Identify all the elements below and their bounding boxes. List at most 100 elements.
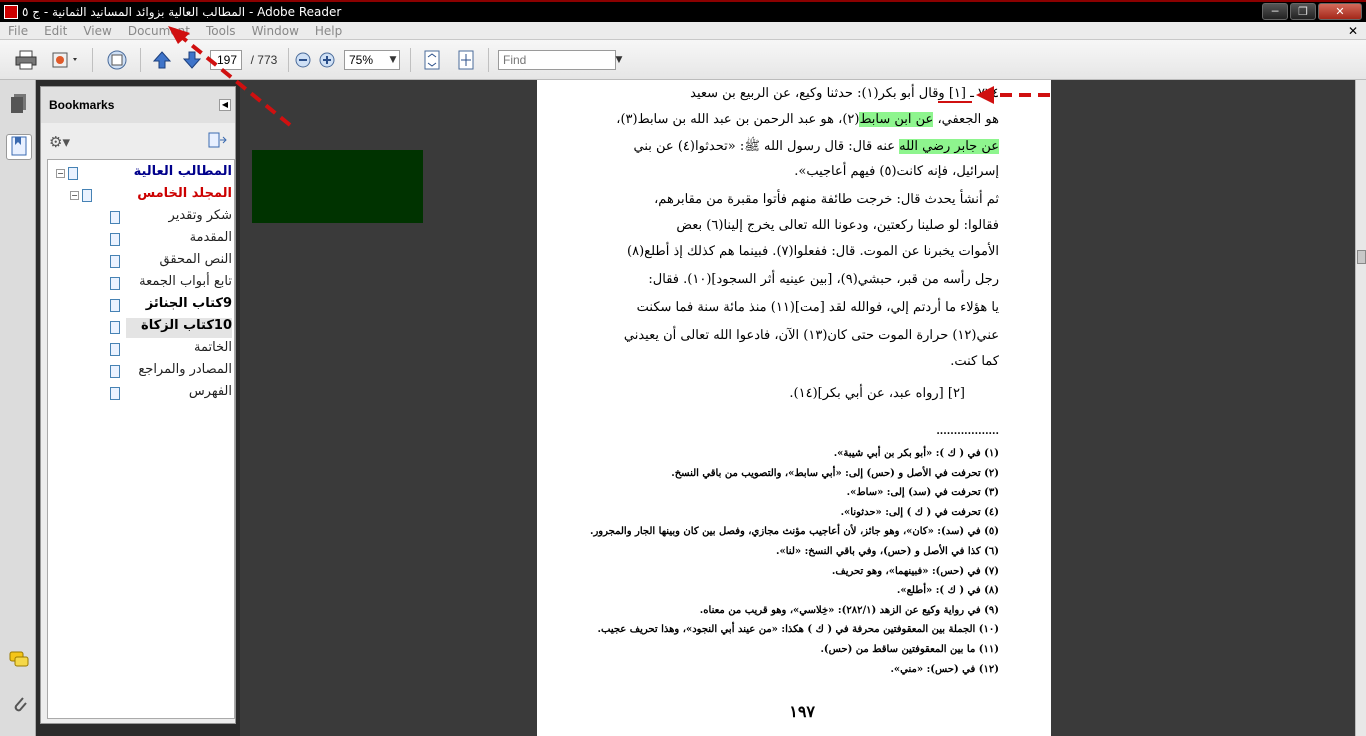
share-icon[interactable] (48, 48, 82, 72)
zoom-in-icon[interactable] (318, 48, 336, 72)
bookmark-icon (68, 167, 78, 180)
bookmark-item[interactable]: المصادر والمراجع (110, 362, 232, 382)
footnote: (٧) في (حس): «فبينهما»، وهو تحريف. (831, 565, 999, 577)
bookmark-item[interactable]: شكر وتقدير (110, 208, 232, 228)
close-button[interactable]: ✕ (1318, 3, 1362, 20)
bookmark-label: 9كتاب الجنائز (145, 296, 232, 311)
previous-page-icon[interactable] (150, 48, 174, 72)
bookmark-item[interactable]: المقدمة (110, 230, 232, 250)
text-run: عني(١٢) حرارة الموت حتى كان(١٣) الآن، فا… (623, 328, 999, 343)
bookmark-icon (110, 365, 120, 378)
bookmark-icon (110, 299, 120, 312)
footnote: (١٢) في (حس): «مني». (890, 663, 999, 675)
options-gear-icon[interactable]: ⚙▾ (49, 133, 70, 151)
menu-help[interactable]: Help (307, 24, 350, 38)
bookmark-item[interactable]: النص المحقق (110, 252, 232, 272)
bookmark-item[interactable]: 10كتاب الزكاة (110, 318, 232, 338)
bookmarks-title: Bookmarks (49, 98, 115, 112)
comments-icon[interactable] (6, 650, 32, 676)
bookmarks-panel: Bookmarks ◀ ⚙▾ − المطالب العالية − المجلد ا… (40, 86, 236, 724)
menu-file[interactable]: File (0, 24, 36, 38)
zoom-out-icon[interactable] (294, 48, 312, 72)
bookmark-item[interactable]: الفهرس (110, 384, 232, 404)
scrolling-mode-icon[interactable] (420, 48, 444, 72)
body-line: يا هؤلاء ما أردتم إلي، فوالله لقد [مت](١… (637, 300, 999, 315)
window-title: المطالب العالية بزوائد المسانيد الثمانية… (22, 5, 342, 19)
bookmark-label: المقدمة (189, 230, 232, 245)
adobe-reader-icon (4, 5, 18, 19)
attachments-icon[interactable] (6, 692, 32, 718)
bookmark-label: النص المحقق (159, 252, 232, 267)
bookmark-label: المطالب العالية (133, 164, 232, 179)
body-line: هو الجعفي، عن ابن سابط(٢)، هو عبد الرحمن… (616, 112, 999, 127)
toolbar-separator (488, 48, 489, 72)
text-run: الأموات يخبرنا عن الموت. قال: ففعلوا(٧).… (627, 244, 999, 259)
toolbar-separator (288, 48, 289, 72)
bookmark-label: تابع أبواب الجمعة (139, 274, 232, 289)
document-close-button[interactable]: ✕ (1348, 24, 1358, 38)
toolbar-separator (410, 48, 411, 72)
expand-collapse-icon[interactable]: − (70, 191, 79, 200)
pages-icon[interactable] (6, 92, 32, 118)
find-dropdown-icon[interactable]: ▼ (614, 48, 624, 72)
bookmark-item[interactable]: − المجلد الخامس (70, 186, 232, 206)
bookmark-label: شكر وتقدير (168, 208, 232, 223)
window-controls: ─ ❐ ✕ (1262, 3, 1362, 20)
footnote: (١) في ( ك ): «أبو بكر بن أبي شيبة». (833, 448, 999, 459)
bookmark-label: المجلد الخامس (137, 186, 232, 201)
collapse-panel-icon[interactable]: ◀ (219, 99, 231, 111)
restore-button[interactable]: ❐ (1290, 3, 1316, 20)
minimize-button[interactable]: ─ (1262, 3, 1288, 20)
menu-window[interactable]: Window (244, 24, 307, 38)
toolbar: 197 / 773 75% ▼ Find ▼ (0, 40, 1366, 80)
footnote: (٤) تحرفت في ( ك ) إلى: «حدثونا». (840, 506, 999, 518)
menu-bar: File Edit View Document Tools Window Hel… (0, 22, 1366, 40)
bookmark-icon (110, 277, 120, 290)
collaborate-icon[interactable] (102, 48, 132, 72)
page-number-input[interactable]: 197 (210, 50, 242, 70)
bookmarks-icon[interactable] (6, 134, 32, 160)
bookmark-icon (110, 255, 120, 268)
footnote: (٢) تحرفت في الأصل و (حس) إلى: «أبي سابط… (671, 467, 999, 479)
bookmark-icon (110, 233, 120, 246)
text-run: (٢)، هو عبد الرحمن بن عبد الله بن سابط(٣… (616, 112, 860, 127)
scrollbar-thumb[interactable] (1357, 250, 1366, 264)
highlight-box (252, 150, 423, 223)
bookmark-icon (110, 387, 120, 400)
menu-edit[interactable]: Edit (36, 24, 75, 38)
fit-page-icon[interactable] (454, 48, 478, 72)
bookmark-item[interactable]: 9كتاب الجنائز (110, 296, 232, 316)
text-run: (١) (861, 86, 879, 101)
text-run: [٢] [رواه عبد، عن أبي بكر](١٤). (789, 386, 965, 401)
menu-view[interactable]: View (75, 24, 119, 38)
zoom-dropdown-icon[interactable]: ▼ (388, 48, 398, 72)
bookmark-item[interactable]: تابع أبواب الجمعة (110, 274, 232, 294)
bookmarks-header: Bookmarks ◀ (41, 87, 235, 123)
text-run: ٧٧٤ ـ [١] وقال أبو بكر (878, 86, 999, 101)
bookmark-item[interactable]: الخاتمة (110, 340, 232, 360)
vertical-scrollbar[interactable] (1355, 80, 1366, 736)
next-page-icon[interactable] (180, 48, 204, 72)
menu-tools[interactable]: Tools (198, 24, 244, 38)
body-line: عني(١٢) حرارة الموت حتى كان(١٣) الآن، فا… (624, 328, 999, 343)
footnote: (١٠) الجملة بين المعقوفتين محرفة في ( ك … (597, 624, 999, 636)
footnote: (٣) تحرفت في (سد) إلى: «ساط». (846, 487, 999, 499)
bookmark-icon (82, 189, 92, 202)
print-icon[interactable] (12, 48, 40, 72)
bookmark-item[interactable]: − المطالب العالية (56, 164, 232, 184)
expand-collapse-icon[interactable]: − (56, 169, 65, 178)
text-run: رجل رأسه من قبر، حبشي(٩)، [بين عينيه أثر… (648, 272, 999, 287)
toolbar-separator (92, 48, 93, 72)
find-input[interactable]: Find (498, 50, 616, 70)
toolbar-separator (140, 48, 141, 72)
menu-document[interactable]: Document (120, 24, 198, 38)
bookmarks-toolbar: ⚙▾ (41, 123, 235, 159)
bookmark-label: المصادر والمراجع (138, 362, 232, 377)
text-run: ثم أنشأ يحدث قال: خرجت طائفة منهم فأتوا … (654, 192, 999, 207)
text-run: : حدثنا وكيع، عن الربيع بن سعيد (690, 86, 862, 101)
text-run: يا هؤلاء ما أردتم إلي، فوالله لقد [مت](١… (636, 300, 999, 315)
new-bookmark-icon[interactable] (207, 131, 227, 153)
title-bar: المطالب العالية بزوائد المسانيد الثمانية… (0, 0, 1366, 22)
text-run: هو الجعفي، (933, 112, 999, 127)
footnote: (٦) كذا في الأصل و (حس)، وفي باقي النسخ:… (776, 546, 999, 557)
